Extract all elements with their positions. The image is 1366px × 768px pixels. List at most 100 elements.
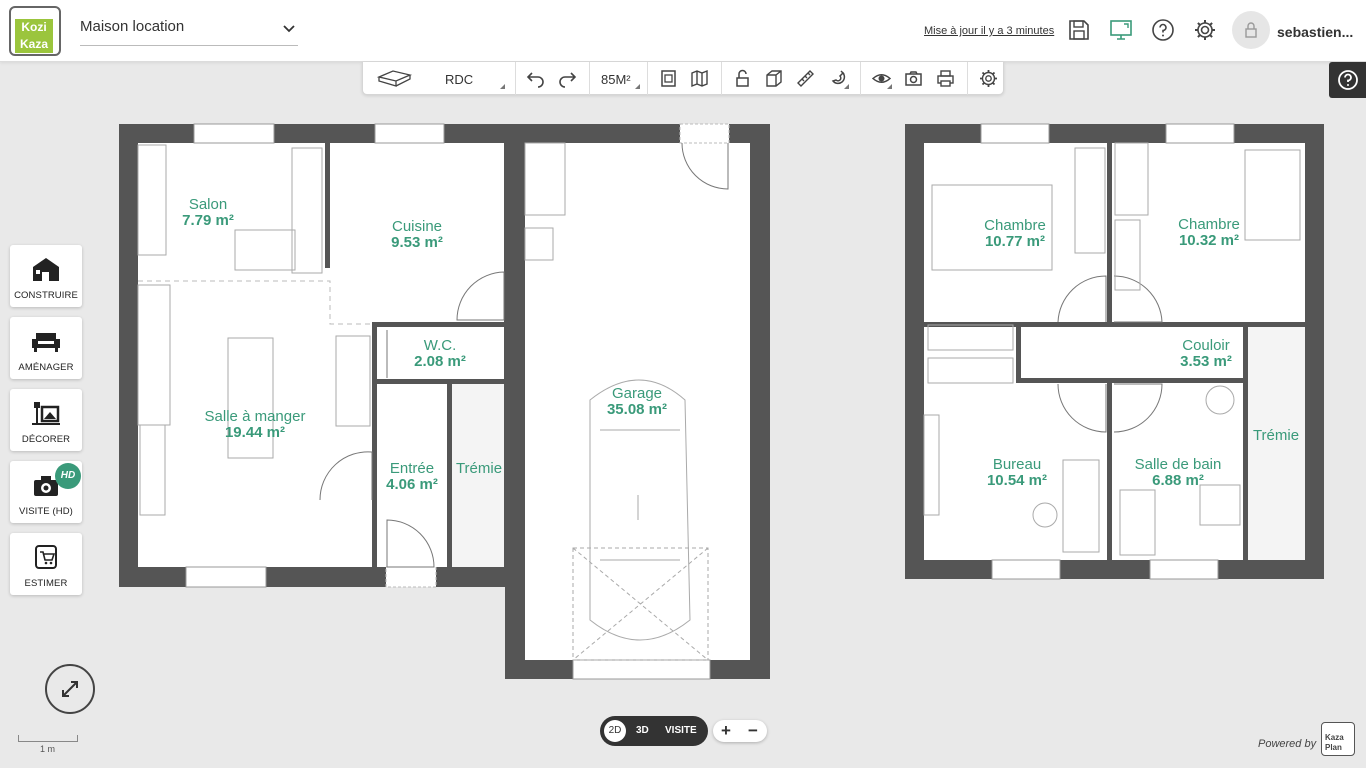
chevron-down-icon xyxy=(282,21,296,38)
upper-floor[interactable] xyxy=(905,123,1324,580)
level-label[interactable]: RDC xyxy=(445,72,473,87)
scale-label: 1 m xyxy=(40,744,56,754)
room-name: Trémie xyxy=(1253,427,1299,444)
window xyxy=(679,123,730,144)
window xyxy=(374,123,445,144)
brand-text: Plan xyxy=(1325,743,1342,752)
powered-by-text: Powered by xyxy=(1258,738,1317,750)
view-mode-toggle: 2D 3D VISITE xyxy=(600,716,708,746)
avatar[interactable] xyxy=(1232,11,1270,49)
username[interactable]: sebastien... xyxy=(1277,24,1353,40)
garage-door xyxy=(572,659,711,680)
cart-icon xyxy=(30,543,62,571)
room-name: Bureau xyxy=(993,456,1041,473)
view-2d-button[interactable]: 2D xyxy=(604,720,626,742)
sidebar-item-estimer[interactable]: ESTIMER xyxy=(10,533,82,595)
view-3d-button[interactable]: 3D xyxy=(636,725,649,736)
room-area: 4.06 m² xyxy=(386,476,438,493)
lock-icon xyxy=(1245,22,1257,38)
window xyxy=(991,559,1061,580)
separator xyxy=(860,62,861,95)
room-name: Salle à manger xyxy=(205,408,306,425)
zoom-control: + − xyxy=(713,720,767,742)
kazaplan-logo[interactable]: Kaza Plan xyxy=(1321,722,1355,756)
room-name: Couloir xyxy=(1182,337,1230,354)
print-icon[interactable] xyxy=(936,69,955,88)
window xyxy=(385,566,437,588)
room-name: Trémie xyxy=(456,460,502,477)
zoom-in-button[interactable]: + xyxy=(716,721,736,741)
room-area: 3.53 m² xyxy=(1180,353,1232,370)
app-header: Kozi Kaza Maison location Mise à jour il… xyxy=(0,0,1366,62)
sofa-icon xyxy=(30,327,62,355)
room-name: Salon xyxy=(189,196,227,213)
room-name: Garage xyxy=(612,385,662,402)
window xyxy=(980,123,1050,144)
window xyxy=(193,123,275,144)
scale-bar xyxy=(18,735,78,742)
room-name: Chambre xyxy=(1178,216,1240,233)
plan-toolbar: RDC 85M² xyxy=(362,62,1004,95)
logo-text: Kaza xyxy=(15,36,53,53)
interior-wall xyxy=(372,322,504,327)
logo-text: Kozi xyxy=(15,19,53,36)
undo-icon[interactable] xyxy=(526,69,545,88)
project-selector[interactable]: Maison location xyxy=(80,18,298,46)
dropdown-corner xyxy=(844,84,849,89)
help-corner-button[interactable] xyxy=(1329,62,1366,98)
sidebar-item-label: AMÉNAGER xyxy=(18,362,74,373)
zoom-out-button[interactable]: − xyxy=(743,721,763,741)
room-area: 35.08 m² xyxy=(607,401,667,418)
area-label[interactable]: 85M² xyxy=(601,72,631,87)
room-area: 10.54 m² xyxy=(987,472,1047,489)
interior-wall xyxy=(504,320,525,567)
interior-wall xyxy=(325,143,330,268)
view-visit-button[interactable]: VISITE xyxy=(665,725,697,736)
redo-icon[interactable] xyxy=(558,69,577,88)
app-logo[interactable]: Kozi Kaza xyxy=(9,6,61,56)
monitor-icon[interactable] xyxy=(1109,18,1133,42)
room-name: Entrée xyxy=(390,460,434,477)
dropdown-corner xyxy=(635,84,640,89)
room-name: Cuisine xyxy=(392,218,442,235)
map-icon[interactable] xyxy=(690,69,709,88)
dropdown-corner xyxy=(887,84,892,89)
plan-icon[interactable] xyxy=(659,69,678,88)
settings-icon[interactable] xyxy=(1193,18,1217,42)
dropdown-corner xyxy=(500,84,505,89)
room-name: Chambre xyxy=(984,217,1046,234)
save-status-link[interactable]: Mise à jour il y a 3 minutes xyxy=(924,25,1054,37)
unlock-icon[interactable] xyxy=(733,69,752,88)
interior-wall xyxy=(1243,326,1248,560)
camera-icon[interactable] xyxy=(904,69,923,88)
sidebar-item-label: VISITE (HD) xyxy=(19,506,73,517)
floor-plan[interactable]: Salon 7.79 m² Cuisine 9.53 m² W.C. 2.08 … xyxy=(0,0,1366,768)
sidebar-item-label: ESTIMER xyxy=(24,578,68,589)
settings-icon[interactable] xyxy=(979,69,998,88)
level-icon[interactable] xyxy=(376,69,413,88)
help-icon xyxy=(1338,70,1358,90)
sidebar-item-label: CONSTRUIRE xyxy=(14,290,78,301)
room-name: W.C. xyxy=(424,337,457,354)
interior-wall xyxy=(377,379,504,384)
sidebar-item-construire[interactable]: CONSTRUIRE xyxy=(10,245,82,307)
interior-wall xyxy=(1107,382,1112,560)
sidebar-item-decorer[interactable]: DÉCORER xyxy=(10,389,82,451)
rotate-icon xyxy=(62,681,78,697)
room-area: 19.44 m² xyxy=(225,424,285,441)
room-area: 10.32 m² xyxy=(1179,232,1239,249)
ruler-icon[interactable] xyxy=(796,69,815,88)
interior-wall xyxy=(1107,143,1112,326)
brand-text: Kaza xyxy=(1325,733,1344,742)
separator xyxy=(721,62,722,95)
compass-rotate-button[interactable] xyxy=(45,664,95,714)
help-icon[interactable] xyxy=(1151,18,1175,42)
window xyxy=(185,566,267,588)
save-icon[interactable] xyxy=(1067,18,1091,42)
sidebar-item-label: DÉCORER xyxy=(21,434,71,445)
cube-icon[interactable] xyxy=(764,69,783,88)
room-area: 7.79 m² xyxy=(182,212,234,229)
sidebar-item-amenager[interactable]: AMÉNAGER xyxy=(10,317,82,379)
room-area: 2.08 m² xyxy=(414,353,466,370)
project-name: Maison location xyxy=(80,18,185,35)
